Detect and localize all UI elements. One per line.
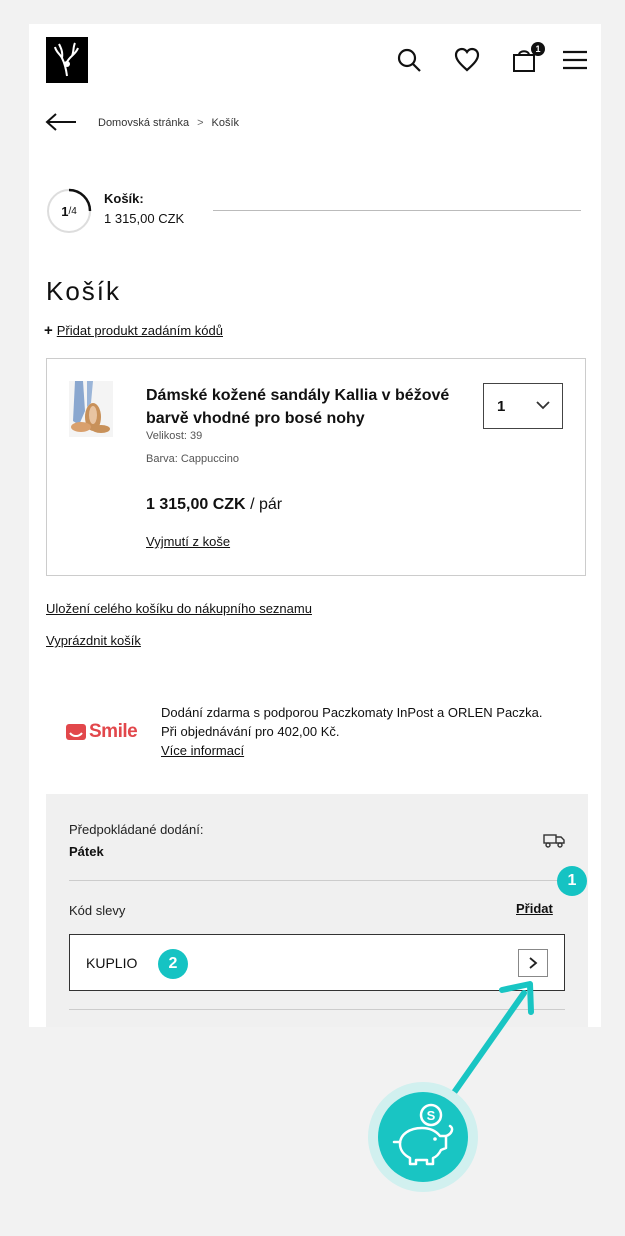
mobile-screen: 1 Domovská stránka > Košík 1/4 Košík: 1 31…	[29, 24, 601, 1027]
discount-code-input[interactable]: KUPLIO	[69, 934, 565, 991]
product-price: 1 315,00 CZK / pár	[146, 496, 282, 514]
product-size: Velikost: 39	[146, 430, 203, 442]
back-arrow-icon[interactable]	[45, 112, 77, 132]
delivery-promo: Dodání zdarma s podporou Paczkomaty InPo…	[161, 703, 561, 760]
step-counter: 1/4	[46, 188, 92, 234]
step-badge-2: 2	[158, 949, 188, 979]
product-color: Barva: Cappuccino	[146, 453, 239, 465]
cart-item-card: Dámské kožené sandály Kallia v béžové ba…	[46, 358, 586, 576]
menu-icon[interactable]	[561, 46, 589, 74]
step-title: Košík:	[104, 191, 144, 206]
discount-code-value: KUPLIO	[86, 955, 138, 971]
more-info-link[interactable]: Více informací	[161, 743, 244, 758]
discount-code-label: Kód slevy	[69, 903, 126, 918]
piggy-bank-icon: S	[392, 1103, 454, 1166]
breadcrumb: Domovská stránka > Košík	[98, 117, 239, 129]
deer-icon	[54, 42, 79, 77]
estimated-delivery-day: Pátek	[69, 844, 104, 859]
step-total: /4	[68, 205, 77, 217]
quantity-value: 1	[497, 398, 506, 415]
add-discount-link[interactable]: Přidat	[516, 901, 553, 916]
breadcrumb-home[interactable]: Domovská stránka	[98, 117, 189, 129]
brand-logo[interactable]	[46, 37, 88, 83]
piggy-bank-badge: S	[378, 1092, 468, 1182]
smile-mail-icon	[66, 724, 86, 740]
cart-count-badge: 1	[531, 42, 545, 56]
step-badge-1: 1	[557, 866, 587, 896]
summary-divider-bottom	[69, 1009, 565, 1010]
product-image[interactable]	[69, 381, 113, 437]
smile-brand: Smile	[89, 721, 138, 742]
heart-icon[interactable]	[453, 46, 481, 74]
chevron-down-icon	[536, 401, 550, 410]
page-title: Košík	[46, 276, 122, 306]
remove-from-cart-link[interactable]: Vyjmutí z koše	[146, 534, 230, 549]
product-price-unit: / pár	[250, 496, 283, 513]
estimated-delivery-label: Předpokládané dodání:	[69, 822, 204, 837]
add-product-by-code-label: Přidat produkt zadáním kódů	[56, 323, 223, 338]
save-cart-to-list-link[interactable]: Uložení celého košíku do nákupního sezna…	[46, 601, 312, 616]
step-divider	[213, 210, 581, 211]
add-product-by-code-link[interactable]: + Přidat produkt zadáním kódů	[44, 322, 223, 339]
breadcrumb-current: Košík	[211, 117, 240, 129]
empty-cart-link[interactable]: Vyprázdnit košík	[46, 633, 141, 648]
order-summary: Předpokládané dodání: Pátek Kód slevy Př…	[46, 794, 588, 1027]
search-icon[interactable]	[395, 46, 423, 74]
chevron-right-icon	[529, 957, 538, 969]
step-amount: 1 315,00 CZK	[104, 211, 185, 226]
smile-logo: Smile	[66, 721, 138, 743]
truck-icon	[543, 834, 565, 848]
plus-icon: +	[44, 322, 53, 339]
product-name[interactable]: Dámské kožené sandály Kallia v béžové ba…	[146, 384, 461, 430]
step-current: 1	[61, 203, 69, 219]
quantity-select[interactable]: 1	[483, 383, 563, 429]
apply-discount-button[interactable]	[518, 949, 548, 977]
product-price-value: 1 315,00 CZK	[146, 496, 246, 513]
breadcrumb-separator: >	[197, 117, 204, 129]
svg-text:S: S	[427, 1108, 436, 1123]
summary-divider	[69, 880, 565, 881]
delivery-promo-text: Dodání zdarma s podporou Paczkomaty InPo…	[161, 705, 543, 739]
